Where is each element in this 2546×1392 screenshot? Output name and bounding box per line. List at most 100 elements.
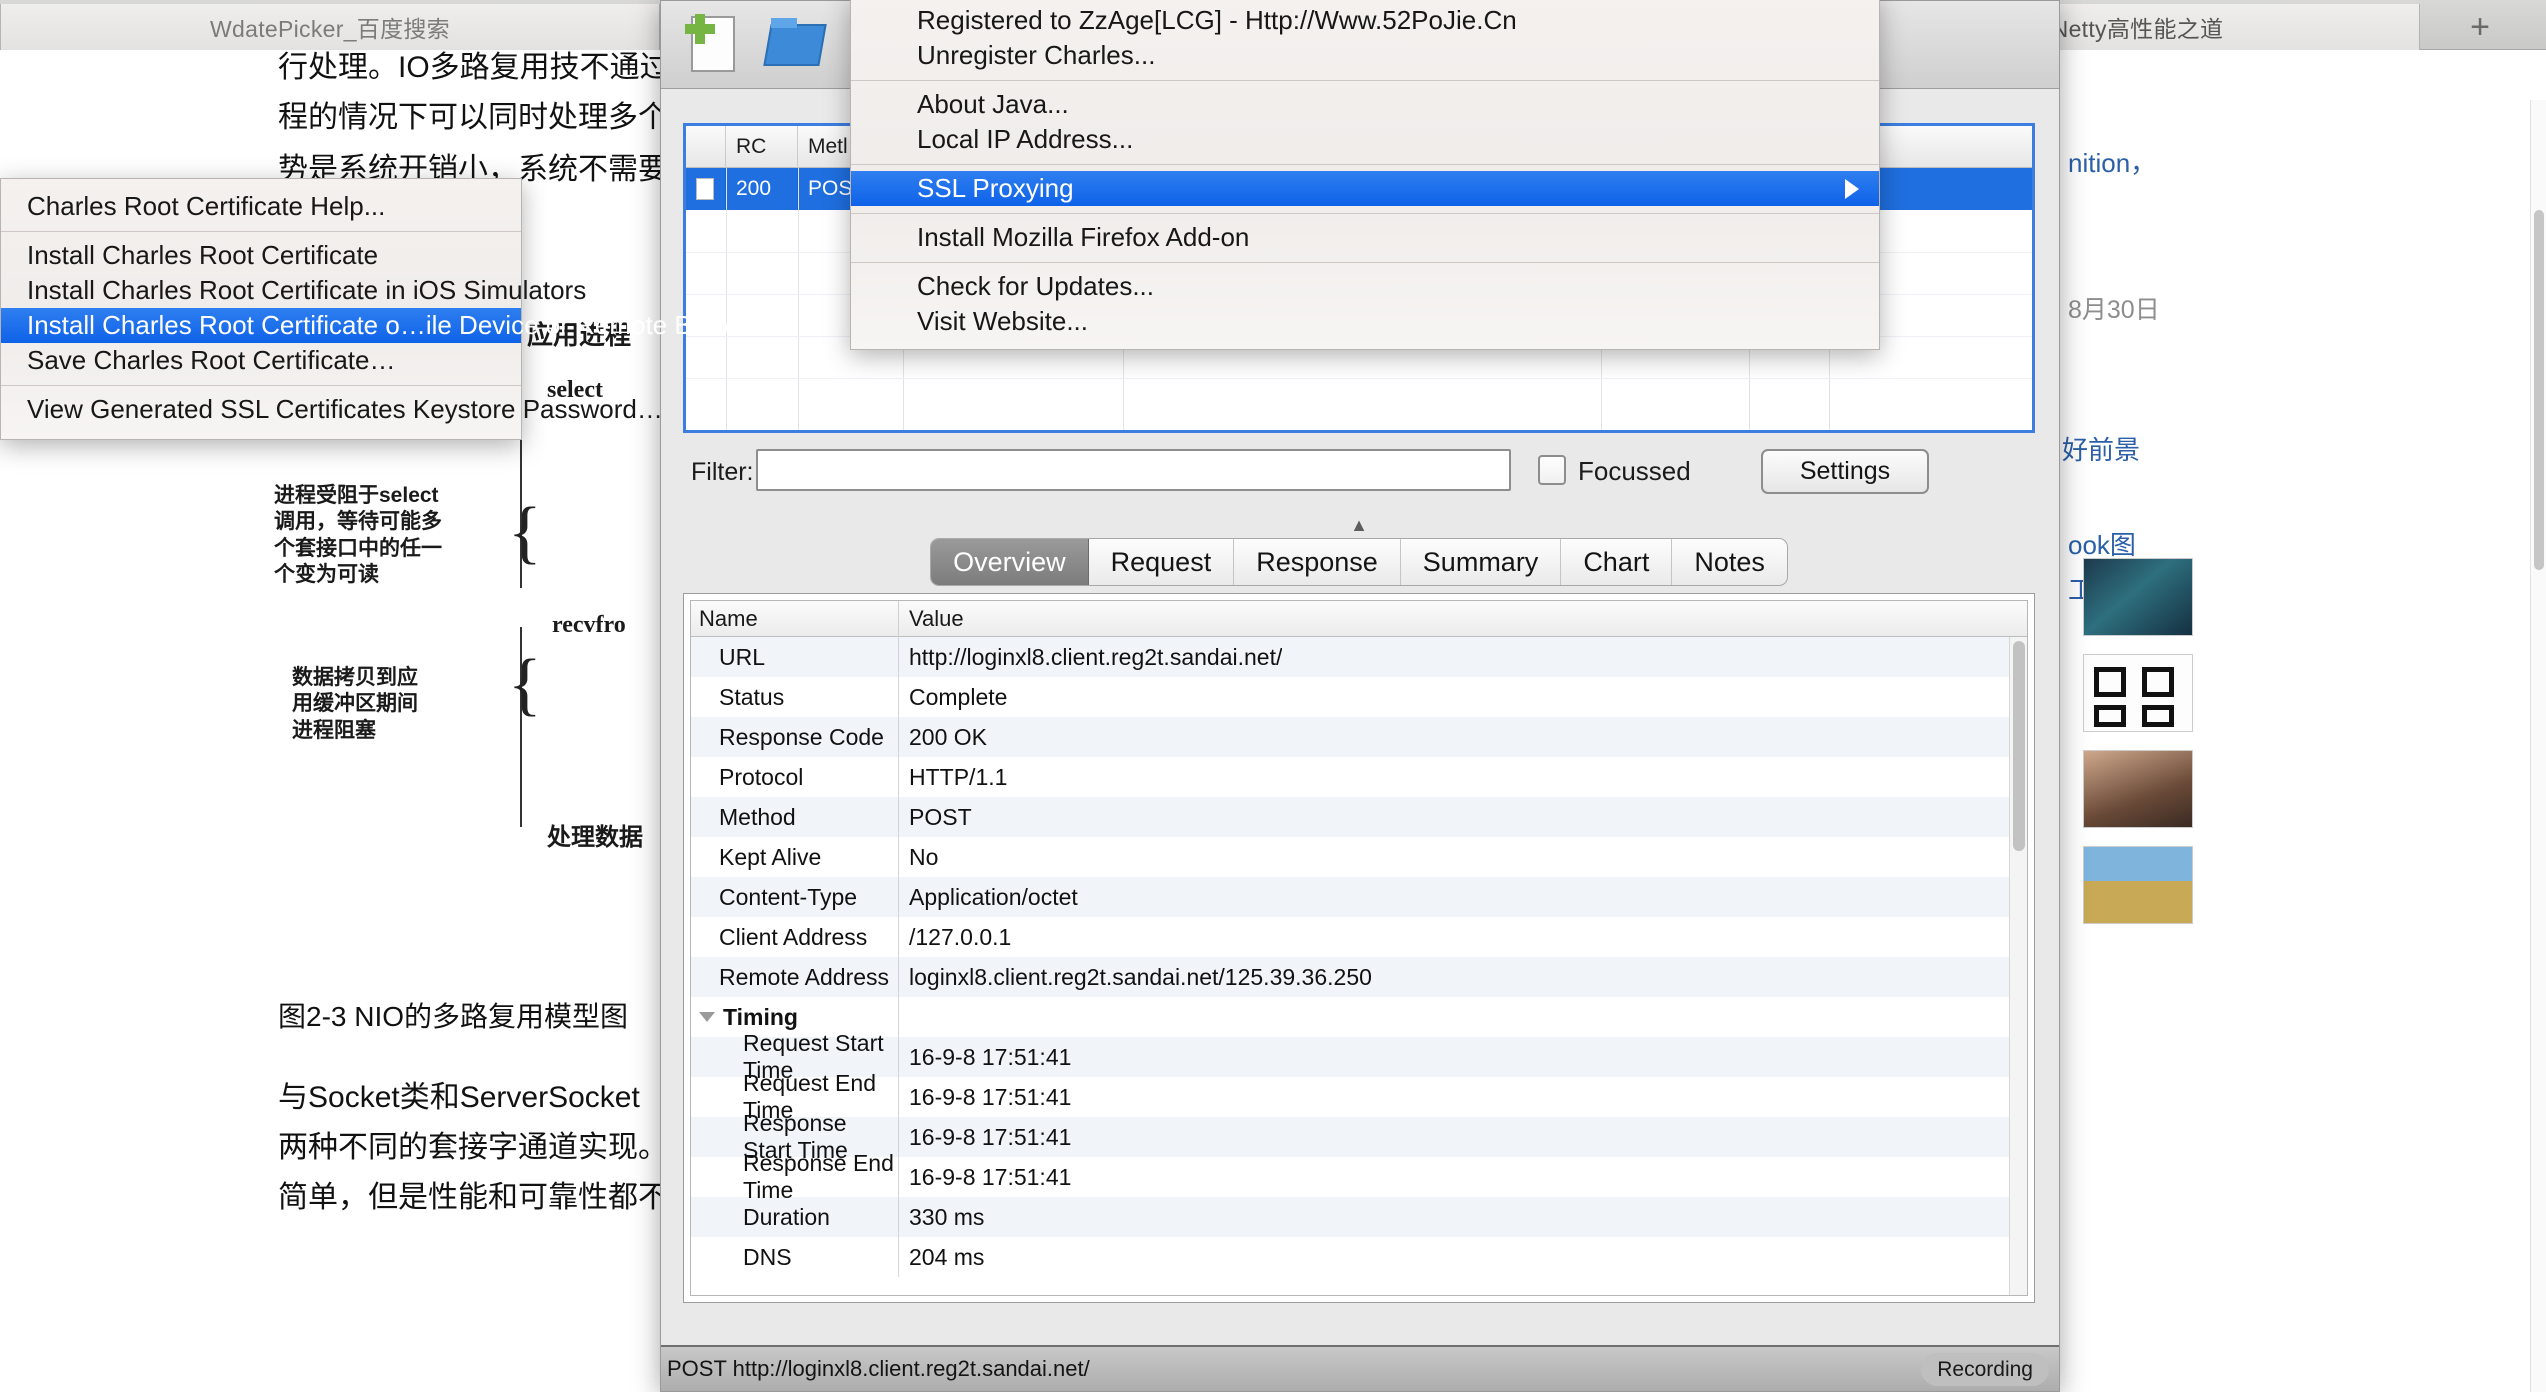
menu-item[interactable]: SSL Proxying	[851, 171, 1879, 206]
detail-row-value: /127.0.0.1	[909, 923, 1012, 950]
detail-scrollbar[interactable]	[2009, 637, 2027, 1295]
menu-item[interactable]: Charles Root Certificate Help...	[1, 189, 521, 224]
session-row-0-rc: 200	[726, 168, 798, 210]
detail-scrollbar-thumb[interactable]	[2013, 641, 2025, 851]
detail-row-value: 16-9-8 17:51:41	[909, 1043, 1072, 1070]
disclosure-triangle-icon[interactable]	[699, 1012, 715, 1022]
detail-row-name: Duration	[691, 1197, 899, 1237]
submenu-arrow-icon	[1845, 178, 1859, 199]
filter-bar: Filter: Focussed Settings	[683, 441, 2035, 507]
menu-item[interactable]: Registered to ZzAge[LCG] - Http://Www.52…	[851, 3, 1879, 38]
detail-table: Name Value URL http://loginxl8.client.reg…	[690, 600, 2028, 1296]
filter-label: Filter:	[691, 458, 754, 486]
article-line-1: 程的情况下可以同时处理多个	[278, 101, 668, 134]
menu-item-label: Unregister Charles...	[917, 40, 1156, 70]
tab-request[interactable]: Request	[1089, 539, 1235, 585]
detail-row[interactable]: Client Address/127.0.0.1	[691, 917, 2027, 957]
menu-item[interactable]: About Java...	[851, 87, 1879, 122]
tab-chart[interactable]: Chart	[1561, 539, 1673, 585]
settings-button[interactable]: Settings	[1761, 449, 1929, 494]
detail-row-value: 16-9-8 17:51:41	[909, 1123, 1072, 1150]
menu-item-label: About Java...	[917, 89, 1069, 119]
focussed-checkbox[interactable]	[1538, 455, 1566, 485]
screen-root: WdatePicker_百度搜索 Netty高性能之道 + 行处理。IO多路复用…	[0, 0, 2546, 1392]
page-scrollbar-thumb[interactable]	[2534, 210, 2544, 570]
session-col-icon[interactable]	[686, 125, 726, 168]
menu-item[interactable]: Install Charles Root Certificate	[1, 238, 521, 273]
sidebar-item-2[interactable]: 好前景	[2062, 430, 2140, 467]
menu-separator	[851, 213, 1879, 214]
detail-col-name[interactable]: Name	[691, 601, 899, 637]
menu-separator	[851, 262, 1879, 263]
detail-panel: Name Value URL http://loginxl8.client.reg…	[683, 593, 2035, 1303]
detail-row-value: No	[909, 843, 939, 870]
article-para-2: 简单，但是性能和可靠性都不	[278, 1181, 668, 1214]
detail-row-name: URL	[691, 637, 899, 677]
page-scrollbar[interactable]	[2530, 100, 2546, 1392]
menu-item-label: View Generated SSL Certificates Keystore…	[27, 394, 663, 424]
tab-overview[interactable]: Overview	[931, 539, 1089, 585]
menu-item[interactable]: Install Charles Root Certificate o…ile D…	[1, 308, 796, 343]
article-line-0: 行处理。IO多路复用技不通过	[278, 51, 670, 84]
session-col-rc[interactable]: RC	[726, 125, 798, 168]
menu-item-label: Local IP Address...	[917, 124, 1134, 154]
ssl-proxying-submenu: Charles Root Certificate Help... Install …	[0, 178, 796, 440]
detail-col-value[interactable]: Value	[899, 606, 964, 632]
tab-summary[interactable]: Summary	[1401, 539, 1562, 585]
menu-item-label: Install Mozilla Firefox Add-on	[917, 222, 1250, 252]
charles-status-bar: POST http://loginxl8.client.reg2t.sandai…	[661, 1345, 2059, 1391]
menu-item[interactable]: Local IP Address...	[851, 122, 1879, 157]
new-tab-button[interactable]: +	[2425, 4, 2535, 50]
sidebar-item-0[interactable]: nition，	[2068, 143, 2156, 180]
detail-table-body: URL http://loginxl8.client.reg2t.sandai.n…	[691, 637, 2027, 1295]
recording-status-badge[interactable]: Recording	[1921, 1353, 2049, 1386]
detail-row[interactable]: Remote Address loginxl8.client.reg2t.sand…	[691, 957, 2027, 997]
menu-item-label: Check for Updates...	[917, 271, 1154, 301]
menu-item[interactable]: Install Mozilla Firefox Add-on	[851, 220, 1879, 255]
detail-row-value: POST	[909, 803, 972, 830]
open-session-icon[interactable]	[763, 14, 827, 76]
menu-item-label: Install Charles Root Certificate o…ile D…	[27, 310, 796, 340]
detail-row-name: Response Code	[691, 717, 899, 757]
detail-row[interactable]: Duration 330 ms	[691, 1197, 2027, 1237]
menu-separator	[1, 231, 521, 232]
browser-tab-0[interactable]: WdatePicker_百度搜索	[0, 4, 660, 50]
detail-row[interactable]: Protocol HTTP/1.1	[691, 757, 2027, 797]
detail-row-name: Method	[691, 797, 899, 837]
detail-row[interactable]: URL http://loginxl8.client.reg2t.sandai.n…	[691, 637, 2027, 677]
diagram-recvfrom-label: recvfro	[552, 612, 626, 638]
detail-row-value: HTTP/1.1	[909, 763, 1008, 790]
menu-item[interactable]: Unregister Charles...	[851, 38, 1879, 73]
detail-row[interactable]: DNS 204 ms	[691, 1237, 2027, 1277]
detail-row[interactable]: Content-Type Application/octet	[691, 877, 2027, 917]
detail-row-name: Remote Address	[691, 957, 899, 997]
detail-row-value: loginxl8.client.reg2t.sandai.net/125.39.…	[909, 963, 1372, 990]
menu-item[interactable]: Install Charles Root Certificate in iOS …	[1, 273, 586, 308]
menu-item[interactable]: Check for Updates...	[851, 269, 1879, 304]
sidebar-item-3[interactable]: ook图	[2068, 525, 2136, 562]
detail-row[interactable]: Status Complete	[691, 677, 2027, 717]
tab-response[interactable]: Response	[1234, 539, 1401, 585]
detail-row-value: 16-9-8 17:51:41	[909, 1163, 1072, 1190]
menu-item[interactable]: Visit Website...	[851, 304, 1879, 339]
session-row-0-icon	[686, 168, 726, 210]
detail-row-value: 200 OK	[909, 723, 987, 750]
tab-notes[interactable]: Notes	[1672, 539, 1787, 585]
detail-row-value: 330 ms	[909, 1203, 985, 1230]
menu-item[interactable]: Save Charles Root Certificate…	[1, 343, 521, 378]
article-para-1: 两种不同的套接字通道实现。	[278, 1131, 668, 1164]
detail-row[interactable]: Response End Time 16-9-8 17:51:41	[691, 1150, 2027, 1203]
sidebar-thumbnail-0[interactable]	[2083, 558, 2193, 636]
detail-row-name: Response End Time	[691, 1150, 899, 1203]
sidebar-thumbnail-1[interactable]	[2083, 654, 2193, 732]
detail-row-name: DNS	[691, 1237, 899, 1277]
sidebar-thumbnail-2[interactable]	[2083, 750, 2193, 828]
detail-row[interactable]: Response Code 200 OK	[691, 717, 2027, 757]
menu-item[interactable]: View Generated SSL Certificates Keystore…	[1, 392, 663, 427]
new-session-icon[interactable]	[683, 13, 745, 76]
detail-row[interactable]: Method POST	[691, 797, 2027, 837]
detail-row[interactable]: Kept Alive No	[691, 837, 2027, 877]
figure-caption: 图2-3 NIO的多路复用模型图	[278, 1001, 629, 1032]
filter-input[interactable]	[756, 449, 1511, 491]
sidebar-thumbnail-3[interactable]	[2083, 846, 2193, 924]
